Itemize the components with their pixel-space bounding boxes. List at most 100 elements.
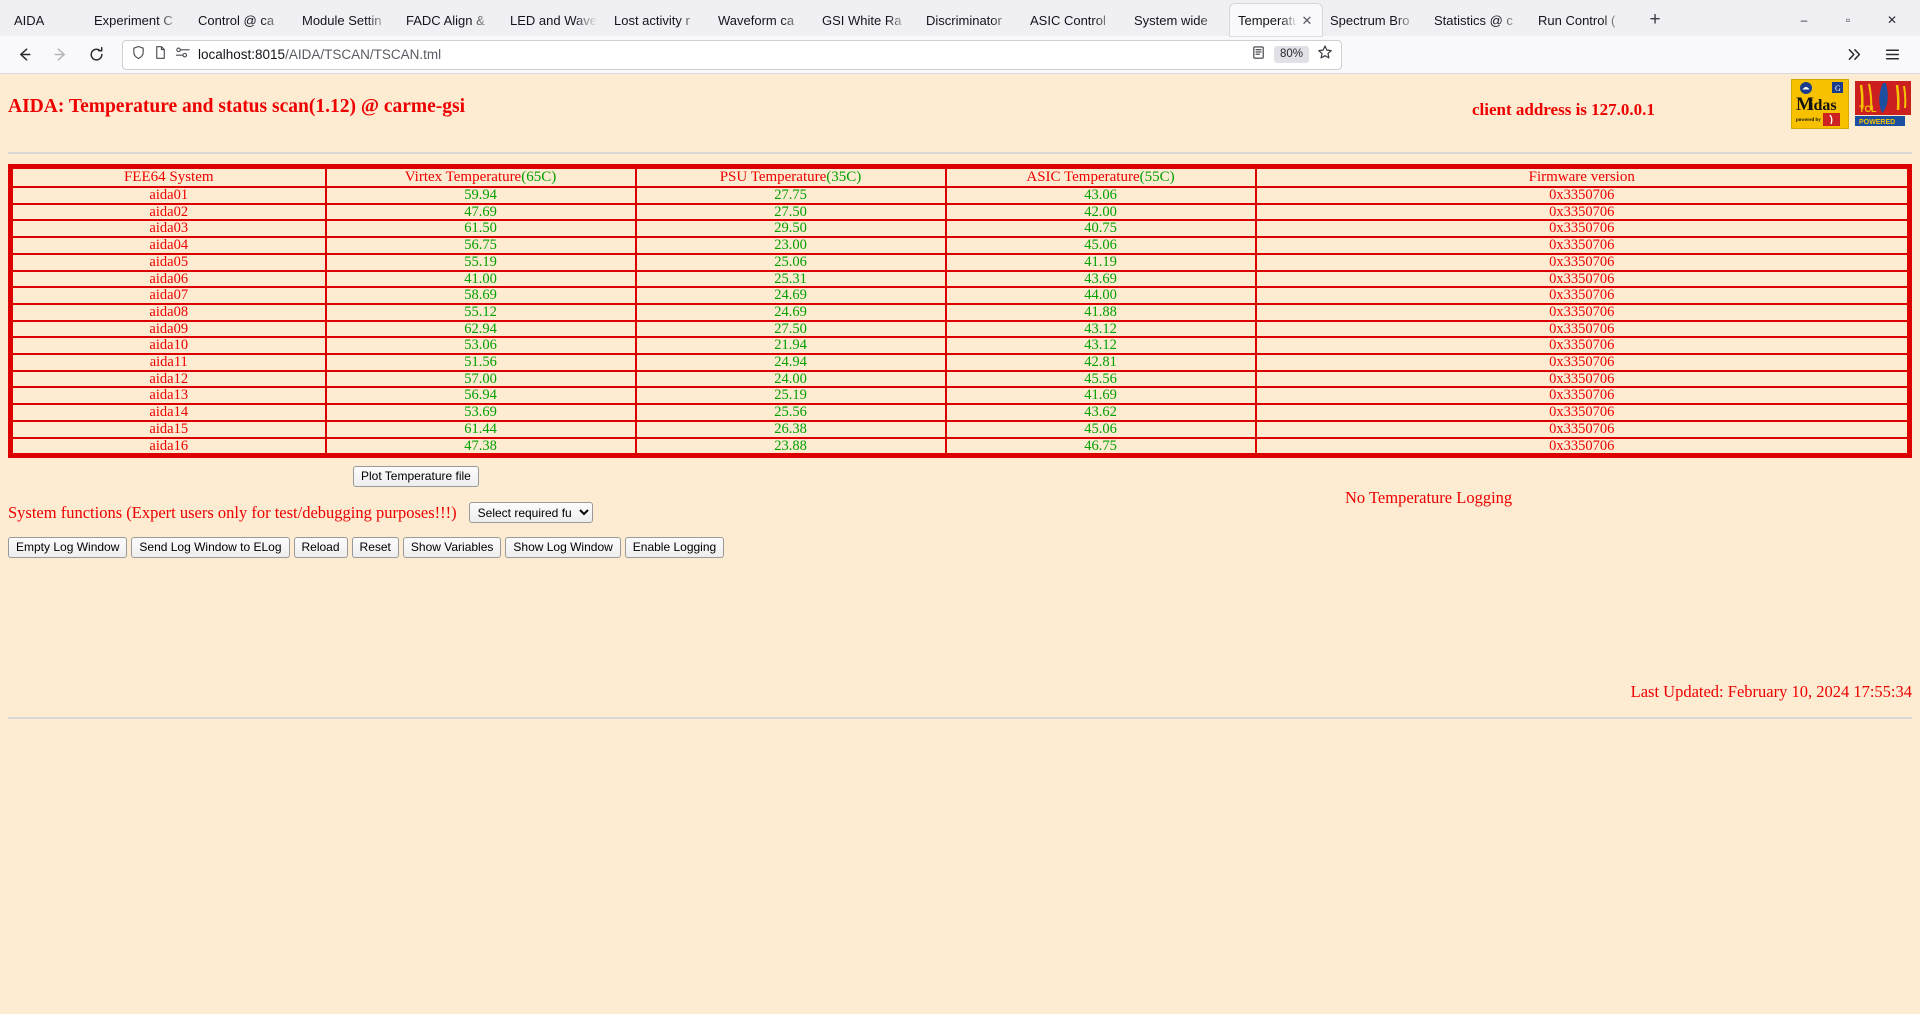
svg-text:TCL: TCL [1859,104,1877,114]
tab-title: GSI White Ra [822,12,902,28]
cell-asic: 42.81 [944,353,1257,372]
table-row: aida13 56.94 25.19 41.69 0x3350706 [9,386,1911,406]
footer-divider [8,717,1912,719]
action-button-6[interactable]: Enable Logging [624,537,725,559]
cell-firmware: 0x3350706 [1254,369,1911,389]
tab-title: Run Control ( [1538,12,1616,28]
browser-tab-9[interactable]: Discriminator [918,4,1022,36]
permissions-icon[interactable] [175,45,191,65]
back-arrow-icon[interactable] [8,40,40,70]
system-functions-row: System functions (Expert users only for … [0,502,1920,524]
action-button-1[interactable]: Send Log Window to ELog [131,537,290,559]
browser-tab-12[interactable]: Temperatur ✕ [1230,4,1322,36]
cell-virtex: 47.69 [324,202,637,222]
cell-firmware: 0x3350706 [1254,419,1911,439]
cell-system: aida09 [9,319,327,339]
column-header-limit: (65C) [521,169,557,185]
cell-virtex: 41.00 [324,269,637,289]
tcl-logo: TCL POWERED [1853,79,1915,131]
action-button-2[interactable]: Reload [293,537,348,559]
cell-psu: 25.06 [634,252,947,272]
tab-title: Discriminator [926,12,1002,28]
zoom-level-badge[interactable]: 80% [1273,46,1309,63]
url-text[interactable]: localhost:8015/AIDA/TSCAN/TSCAN.tml [198,47,441,62]
new-tab-button[interactable]: + [1640,5,1670,35]
browser-tab-15[interactable]: Run Control ( [1530,4,1634,36]
cell-psu: 26.38 [634,419,947,439]
action-button-4[interactable]: Show Variables [402,537,502,559]
shield-icon[interactable] [131,45,146,65]
table-row: aida16 47.38 23.88 46.75 0x3350706 [9,436,1911,457]
table-row: aida10 53.06 21.94 43.12 0x3350706 [9,336,1911,356]
cell-asic: 45.06 [944,236,1257,255]
action-button-5[interactable]: Show Log Window [505,537,621,559]
cell-firmware: 0x3350706 [1254,286,1911,305]
browser-tab-0[interactable]: AIDA [0,4,86,36]
page-content: AIDA: Temperature and status scan(1.12) … [0,74,1920,1014]
table-row: aida06 41.00 25.31 43.69 0x3350706 [9,269,1911,289]
tab-title: Control @ ca [198,12,275,28]
cell-firmware: 0x3350706 [1254,302,1911,322]
cell-firmware: 0x3350706 [1254,236,1911,255]
function-select[interactable]: Select required function [468,502,593,524]
column-header-4: Firmware version [1254,165,1911,188]
browser-tab-11[interactable]: System wide [1126,4,1230,36]
cell-psu: 24.00 [634,369,947,389]
browser-tab-6[interactable]: Lost activity r [606,4,710,36]
reload-icon[interactable] [80,40,112,70]
browser-tab-4[interactable]: FADC Align & [398,4,502,36]
cell-virtex: 47.38 [324,436,637,457]
table-row: aida15 61.44 26.38 45.06 0x3350706 [9,419,1911,439]
cell-asic: 40.75 [944,219,1257,239]
close-window-button[interactable]: ✕ [1870,4,1914,36]
tab-title: AIDA [14,12,45,28]
last-updated-text: Last Updated: February 10, 2024 17:55:34 [1630,682,1912,701]
plot-temperature-file-button[interactable]: Plot Temperature file [353,466,479,488]
cell-system: aida11 [9,353,327,372]
page-icon[interactable] [153,45,168,65]
browser-tab-13[interactable]: Spectrum Bro [1322,4,1426,36]
table-row: aida07 58.69 24.69 44.00 0x3350706 [9,286,1911,305]
tab-title: System wide [1134,12,1208,28]
table-row: aida02 47.69 27.50 42.00 0x3350706 [9,202,1911,222]
action-button-3[interactable]: Reset [351,537,399,559]
svg-text:idas: idas [1809,97,1837,114]
cell-psu: 29.50 [634,219,947,239]
cell-system: aida15 [9,419,327,439]
column-header-label: PSU Temperature [719,169,827,185]
browser-tab-2[interactable]: Control @ ca [190,4,294,36]
tab-close-icon[interactable]: ✕ [1300,13,1314,27]
cell-system: aida06 [9,269,327,289]
browser-tab-5[interactable]: LED and Wave [502,4,606,36]
cell-asic: 43.69 [944,269,1257,289]
star-icon[interactable] [1317,44,1333,65]
cell-virtex: 55.12 [324,302,637,322]
cell-virtex: 51.56 [324,353,637,372]
maximize-button[interactable]: ▫ [1826,4,1870,36]
column-header-2: PSU Temperature(35C) [634,165,947,188]
browser-tab-1[interactable]: Experiment C [86,4,190,36]
hamburger-menu-icon[interactable] [1876,40,1908,70]
browser-tab-3[interactable]: Module Settin [294,4,398,36]
browser-tab-14[interactable]: Statistics @ c [1426,4,1530,36]
cell-system: aida13 [9,386,327,406]
table-row: aida14 53.69 25.56 43.62 0x3350706 [9,403,1911,422]
table-row: aida09 62.94 27.50 43.12 0x3350706 [9,319,1911,339]
minimize-button[interactable]: – [1782,4,1826,36]
action-button-0[interactable]: Empty Log Window [8,537,128,559]
browser-tab-10[interactable]: ASIC Control [1022,4,1126,36]
browser-tab-8[interactable]: GSI White Ra [814,4,918,36]
cell-asic: 46.75 [944,436,1257,457]
browser-tab-7[interactable]: Waveform ca [710,4,814,36]
tab-title: FADC Align & [406,12,485,28]
chevron-double-right-icon[interactable] [1838,40,1870,70]
url-bar[interactable]: localhost:8015/AIDA/TSCAN/TSCAN.tml 80% [122,39,1342,70]
cell-psu: 23.88 [634,436,947,457]
logo-group: G M idas powered by TCL POWERED [1791,79,1915,131]
forward-arrow-icon[interactable] [44,40,76,70]
cell-psu: 25.19 [634,386,947,406]
cell-asic: 44.00 [944,286,1257,305]
reader-view-icon[interactable] [1251,45,1266,65]
cell-virtex: 55.19 [324,252,637,272]
cell-psu: 27.50 [634,202,947,222]
